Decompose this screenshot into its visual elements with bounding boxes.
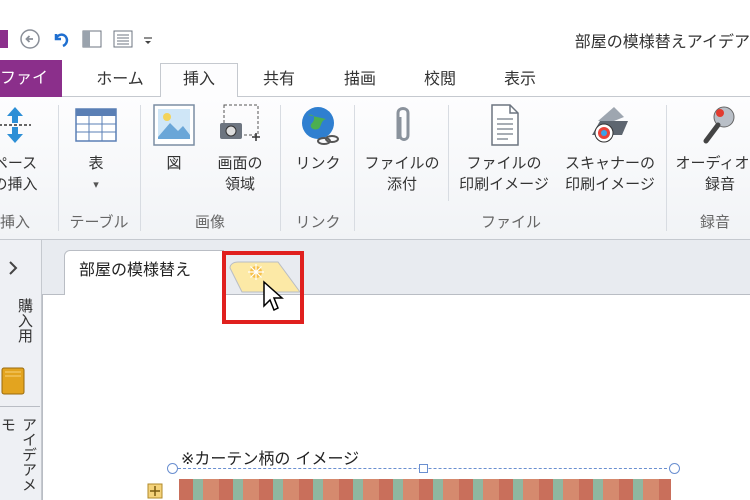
screen-clipping-label-2: 領域 (224, 175, 255, 193)
notebook-label-ideas[interactable]: アイデアメモ (0, 406, 40, 500)
group-label-tables: テーブル (69, 213, 129, 231)
dock-icon[interactable] (80, 28, 104, 50)
full-page-view-icon[interactable] (111, 28, 135, 50)
notebook-label-purchase[interactable]: 購入用 (0, 298, 36, 360)
attach-file-label-2: 添付 (386, 175, 417, 193)
insert-space-label-2: の挿入 (0, 175, 38, 193)
tab-view[interactable]: 表示 (482, 64, 558, 97)
globe-link-icon (296, 103, 340, 147)
page-text[interactable]: ※カーテン柄の イメージ (181, 445, 359, 469)
group-label-recording: 録音 (700, 213, 731, 231)
table-button[interactable]: 表 ▾ (68, 103, 124, 195)
scanner-icon (588, 103, 632, 147)
insert-space-button[interactable]: ペース の挿入 (0, 103, 48, 195)
title-bar: 部屋の模様替えアイデア (0, 0, 750, 60)
ribbon-tab-bar: ファイル ホーム 挿入 共有 描画 校閲 表示 (0, 60, 750, 123)
screen-clipping-button[interactable]: 画面の 領域 (206, 103, 274, 195)
link-label: リンク (295, 154, 341, 172)
group-separator (140, 105, 141, 231)
file-printout-button[interactable]: ファイルの 印刷イメージ (454, 103, 554, 195)
microphone-icon (698, 103, 742, 147)
highlight-box (222, 251, 304, 324)
back-icon[interactable] (18, 28, 42, 50)
notebook-icon[interactable] (0, 366, 26, 396)
ribbon-insert: ペース の挿入 挿入 表 ▾ テーブル 図 画面の 領域 画像 リンク リンク (0, 97, 750, 240)
curtain-pattern-image[interactable] (179, 479, 671, 500)
paperclip-icon (380, 103, 424, 147)
undo-icon[interactable] (49, 28, 73, 50)
tab-share[interactable]: 共有 (244, 64, 314, 97)
quick-access-toolbar (0, 26, 161, 52)
table-icon (74, 103, 118, 147)
attach-file-label-1: ファイルの (364, 154, 440, 172)
scanner-printout-label-2: 印刷イメージ (565, 175, 655, 193)
tab-file[interactable]: ファイル (0, 60, 62, 123)
app-icon (0, 28, 8, 50)
tab-insert[interactable]: 挿入 (160, 63, 238, 98)
table-label: 表 (88, 154, 104, 172)
tab-home[interactable]: ホーム (80, 64, 160, 97)
customize-qat-icon[interactable] (142, 28, 154, 50)
record-audio-button[interactable]: オーディオの 録音 (672, 103, 750, 195)
attach-file-button[interactable]: ファイルの 添付 (360, 103, 444, 195)
expand-chevron-icon[interactable] (6, 258, 20, 278)
tab-draw[interactable]: 描画 (322, 64, 398, 97)
file-printout-label-2: 印刷イメージ (459, 175, 549, 193)
group-label-insert: 挿入 (0, 213, 30, 231)
tab-review[interactable]: 校閲 (402, 64, 478, 97)
group-separator (280, 105, 281, 231)
record-audio-label-1: オーディオの (675, 154, 750, 172)
group-label-images: 画像 (194, 213, 225, 231)
group-separator (58, 105, 59, 231)
group-separator (354, 105, 355, 231)
picture-label: 図 (166, 154, 182, 172)
screen-clipping-label-1: 画面の (217, 154, 263, 172)
navigation-pane: 購入用 アイデアメモ (0, 240, 42, 500)
insert-space-label-1: ペース (0, 154, 38, 172)
file-printout-icon (482, 103, 526, 147)
page-canvas[interactable]: ※カーテン柄の イメージ (42, 294, 750, 500)
group-separator (666, 105, 667, 231)
screen-clipping-icon (218, 103, 262, 147)
move-handle-icon[interactable] (147, 483, 163, 499)
window-title: 部屋の模様替えアイデア (574, 32, 750, 51)
resize-handle[interactable] (419, 464, 428, 473)
scanner-printout-button[interactable]: スキャナーの 印刷イメージ (558, 103, 662, 195)
button-separator (448, 105, 449, 201)
section-tab[interactable]: 部屋の模様替え (64, 250, 224, 295)
insert-space-icon (0, 103, 37, 147)
resize-handle[interactable] (167, 463, 178, 474)
picture-button[interactable]: 図 (146, 103, 202, 174)
link-button[interactable]: リンク (288, 103, 348, 174)
workspace: 購入用 アイデアメモ ※カーテン柄の イメージ 部屋の模様替え (0, 240, 750, 500)
resize-handle[interactable] (669, 463, 680, 474)
file-printout-label-1: ファイルの (466, 154, 542, 172)
table-dropdown-arrow[interactable]: ▾ (68, 174, 124, 195)
record-audio-label-2: 録音 (704, 175, 735, 193)
scanner-printout-label-1: スキャナーの (564, 154, 655, 172)
group-label-files: ファイル (480, 213, 541, 231)
group-label-links: リンク (295, 213, 341, 231)
picture-icon (152, 103, 196, 147)
